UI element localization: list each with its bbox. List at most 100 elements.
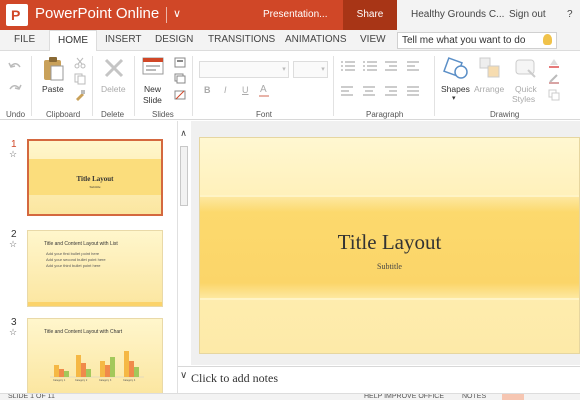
group-divider xyxy=(134,56,135,116)
tab-transitions[interactable]: TRANSITIONS xyxy=(208,34,275,45)
paragraph-icons[interactable] xyxy=(341,60,429,100)
arrange-label[interactable]: Arrange xyxy=(474,84,504,94)
quick-styles-label-2[interactable]: Styles xyxy=(512,94,535,104)
thumb-chart-category: Category 4 xyxy=(123,379,136,382)
thumb-bullet: Add your third bullet point here xyxy=(46,263,101,268)
notes-pane[interactable]: ∨ Click to add notes xyxy=(178,366,580,393)
shapes-icon[interactable] xyxy=(443,55,469,81)
new-slide-label-1[interactable]: New xyxy=(144,84,161,94)
app-name[interactable]: PowerPoint Online xyxy=(35,5,159,22)
document-name[interactable]: Presentation... xyxy=(263,9,327,20)
thumb-title: Title Layout xyxy=(76,175,114,183)
slide-sorter-icon[interactable] xyxy=(528,394,550,400)
paste-icon[interactable] xyxy=(42,56,64,82)
font-name-dropdown[interactable] xyxy=(199,61,289,78)
bold-button[interactable]: B xyxy=(204,85,211,95)
font-color-button[interactable]: A xyxy=(260,84,267,95)
shapes-label[interactable]: Shapes xyxy=(441,84,470,94)
panel-scrollbar-thumb[interactable] xyxy=(180,146,188,206)
duplicate-slide-icon[interactable] xyxy=(174,73,186,85)
notes-placeholder[interactable]: Click to add notes xyxy=(191,371,278,386)
scroll-up-icon[interactable]: ∧ xyxy=(178,128,189,142)
paragraph-group-label: Paragraph xyxy=(366,110,404,119)
ribbon-tabs: FILE HOME INSERT DESIGN TRANSITIONS ANIM… xyxy=(0,30,580,52)
new-slide-label-2[interactable]: Slide xyxy=(143,95,162,105)
thumb-title: Title and Content Layout with List xyxy=(44,241,118,247)
group-divider xyxy=(192,56,193,116)
quick-styles-label-1[interactable]: Quick xyxy=(515,84,537,94)
notes-toggle[interactable]: NOTES xyxy=(462,394,486,400)
lightbulb-icon xyxy=(543,34,552,45)
thumb-subtitle: Subtitle xyxy=(89,185,101,189)
group-divider xyxy=(434,56,435,116)
tab-animations[interactable]: ANIMATIONS xyxy=(285,34,346,45)
redo-icon[interactable] xyxy=(8,83,22,95)
format-painter-icon[interactable] xyxy=(74,89,86,101)
delete-group-label: Delete xyxy=(101,110,125,119)
quick-styles-icon[interactable] xyxy=(515,57,537,79)
font-group-label: Font xyxy=(256,110,273,119)
cut-icon[interactable] xyxy=(74,57,86,69)
slide-thumbnail-2[interactable]: Title and Content Layout with List Add y… xyxy=(27,230,163,307)
slide-thumbnail-3[interactable]: Title and Content Layout with Chart Cate… xyxy=(27,318,163,393)
thumb-bullet: Add your second bullet point here xyxy=(46,257,106,262)
help-improve-office-link[interactable]: HELP IMPROVE OFFICE xyxy=(364,394,444,400)
italic-button[interactable]: I xyxy=(224,85,227,95)
paste-button-label[interactable]: Paste xyxy=(42,84,64,94)
font-color-swatch xyxy=(259,95,269,97)
help-button[interactable]: ? xyxy=(567,9,573,20)
clipboard-group-label: Clipboard xyxy=(46,110,81,119)
arrange-icon[interactable] xyxy=(479,57,501,79)
shapes-chevron-icon[interactable]: ▾ xyxy=(452,94,456,102)
underline-button[interactable]: U xyxy=(242,85,249,95)
tab-design[interactable]: DESIGN xyxy=(155,34,193,45)
slide-subtitle[interactable]: Subtitle xyxy=(200,262,579,271)
slide-editing-area: Title Layout Subtitle xyxy=(191,121,580,365)
transition-star-icon: ☆ xyxy=(9,149,18,159)
font-name-chevron-icon[interactable]: ▾ xyxy=(279,61,289,78)
chevron-down-icon[interactable]: ∨ xyxy=(170,6,184,22)
undo-icon[interactable] xyxy=(8,61,22,73)
powerpoint-logo-icon: P xyxy=(6,4,28,26)
slide-thumbnail-panel: 1 ☆ Title Layout Subtitle 2 ☆ Title and … xyxy=(0,121,178,393)
tab-insert[interactable]: INSERT xyxy=(105,34,142,45)
logo-letter: P xyxy=(11,7,21,23)
slide-title[interactable]: Title Layout xyxy=(200,230,579,255)
sign-out-link[interactable]: Sign out xyxy=(509,9,546,20)
delete-x-icon[interactable] xyxy=(104,58,124,78)
layout-icon[interactable] xyxy=(174,57,186,69)
site-name-link[interactable]: Healthy Grounds C... xyxy=(411,9,504,20)
font-size-chevron-icon[interactable]: ▾ xyxy=(318,61,328,78)
group-divider xyxy=(92,56,93,116)
chevron-down-icon[interactable]: ∨ xyxy=(180,370,187,381)
drawing-group-label: Drawing xyxy=(490,110,520,119)
shape-outline-icon[interactable] xyxy=(548,73,560,85)
duplicate-shape-icon[interactable] xyxy=(548,89,560,101)
share-button[interactable]: Share xyxy=(343,0,397,30)
new-slide-icon[interactable] xyxy=(142,56,164,76)
account-area: Healthy Grounds C... Sign out ? xyxy=(397,0,580,30)
tab-file[interactable]: FILE xyxy=(14,34,35,45)
title-bar: P PowerPoint Online ∨ Presentation... Sh… xyxy=(0,0,580,30)
normal-view-icon[interactable] xyxy=(502,394,524,400)
tab-home[interactable]: HOME xyxy=(49,30,97,52)
slides-group-label: Slides xyxy=(152,110,174,119)
thumb-title: Title and Content Layout with Chart xyxy=(44,329,123,335)
title-separator xyxy=(166,7,167,23)
thumb-bullet: Add your first bullet point here xyxy=(46,251,100,256)
group-divider xyxy=(333,56,334,116)
delete-button-label[interactable]: Delete xyxy=(101,84,126,94)
current-slide[interactable]: Title Layout Subtitle xyxy=(199,137,580,354)
ribbon: Undo Paste Clipboard Delete Delete New S… xyxy=(0,51,580,120)
copy-icon[interactable] xyxy=(74,73,86,85)
slide-thumbnail-1[interactable]: Title Layout Subtitle xyxy=(27,139,163,216)
tell-me-input[interactable]: Tell me what you want to do xyxy=(397,32,557,49)
hide-slide-icon[interactable] xyxy=(174,89,186,101)
shape-fill-icon[interactable] xyxy=(548,57,560,69)
slide-counter: SLIDE 1 OF 11 xyxy=(8,393,55,400)
reading-view-icon[interactable] xyxy=(554,394,576,400)
status-bar: SLIDE 1 OF 11 HELP IMPROVE OFFICE NOTES xyxy=(0,393,580,400)
transition-star-icon: ☆ xyxy=(9,327,18,337)
thumb-footer-band xyxy=(28,302,162,306)
tab-view[interactable]: VIEW xyxy=(360,34,386,45)
